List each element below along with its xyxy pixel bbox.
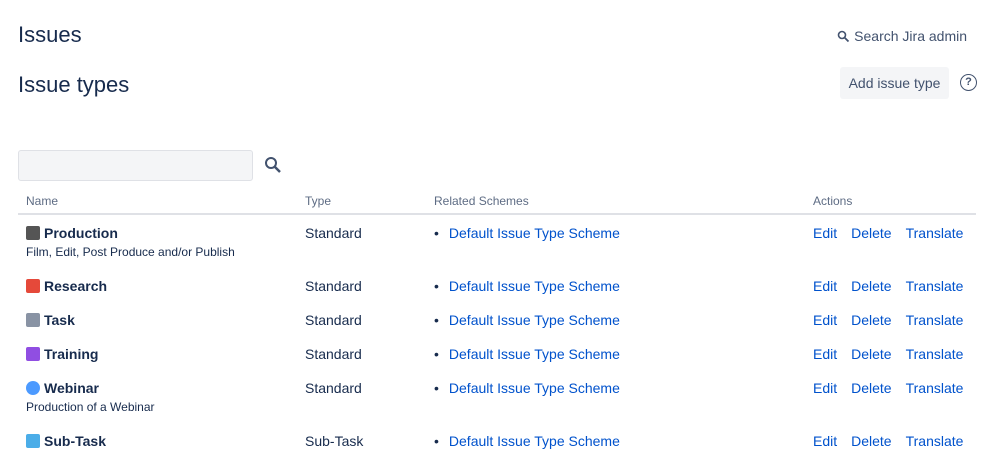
translate-link[interactable]: Translate xyxy=(906,433,964,449)
search-button-icon[interactable] xyxy=(264,156,282,174)
table-header: Name Type Related Schemes Actions xyxy=(18,193,976,215)
issue-type-type: Sub-Task xyxy=(305,433,364,449)
related-scheme: Default Issue Type Scheme xyxy=(434,312,620,328)
issue-type-name: Training xyxy=(26,346,98,362)
issue-type-name: Webinar xyxy=(26,380,99,396)
issue-type-type: Standard xyxy=(305,346,362,362)
translate-link[interactable]: Translate xyxy=(906,278,964,294)
scheme-link[interactable]: Default Issue Type Scheme xyxy=(449,380,620,396)
issue-type-name: Task xyxy=(26,312,75,328)
scheme-link[interactable]: Default Issue Type Scheme xyxy=(449,433,620,449)
row-actions: Edit Delete Translate xyxy=(813,312,963,328)
row-actions: Edit Delete Translate xyxy=(813,380,963,396)
search-icon xyxy=(837,30,850,42)
issue-type-description: Film, Edit, Post Produce and/or Publish xyxy=(26,245,235,259)
task-icon xyxy=(26,313,40,327)
issue-type-label: Task xyxy=(44,312,75,328)
related-scheme: Default Issue Type Scheme xyxy=(434,225,620,241)
edit-link[interactable]: Edit xyxy=(813,346,837,362)
issue-type-type: Standard xyxy=(305,278,362,294)
clapperboard-icon xyxy=(26,226,40,240)
delete-link[interactable]: Delete xyxy=(851,433,891,449)
translate-link[interactable]: Translate xyxy=(906,380,964,396)
add-issue-type-button[interactable]: Add issue type xyxy=(840,67,949,99)
issue-type-type: Standard xyxy=(305,380,362,396)
row-actions: Edit Delete Translate xyxy=(813,278,963,294)
research-icon xyxy=(26,279,40,293)
delete-link[interactable]: Delete xyxy=(851,346,891,362)
training-icon xyxy=(26,347,40,361)
col-schemes: Related Schemes xyxy=(434,194,529,208)
row-actions: Edit Delete Translate xyxy=(813,225,963,241)
col-type: Type xyxy=(305,194,332,208)
issue-type-label: Sub-Task xyxy=(44,433,106,449)
edit-link[interactable]: Edit xyxy=(813,433,837,449)
row-actions: Edit Delete Translate xyxy=(813,346,963,362)
scheme-link[interactable]: Default Issue Type Scheme xyxy=(449,225,620,241)
related-scheme: Default Issue Type Scheme xyxy=(434,278,620,294)
related-scheme: Default Issue Type Scheme xyxy=(434,346,620,362)
filter-input[interactable] xyxy=(18,150,253,181)
edit-link[interactable]: Edit xyxy=(813,225,837,241)
subtask-icon xyxy=(26,434,40,448)
scheme-link[interactable]: Default Issue Type Scheme xyxy=(449,278,620,294)
delete-link[interactable]: Delete xyxy=(851,278,891,294)
page-title: Issues xyxy=(18,22,82,47)
issue-type-type: Standard xyxy=(305,225,362,241)
scheme-link[interactable]: Default Issue Type Scheme xyxy=(449,346,620,362)
delete-link[interactable]: Delete xyxy=(851,380,891,396)
scheme-link[interactable]: Default Issue Type Scheme xyxy=(449,312,620,328)
issue-type-type: Standard xyxy=(305,312,362,328)
delete-link[interactable]: Delete xyxy=(851,312,891,328)
delete-link[interactable]: Delete xyxy=(851,225,891,241)
translate-link[interactable]: Translate xyxy=(906,346,964,362)
col-actions: Actions xyxy=(813,194,853,208)
issue-type-label: Research xyxy=(44,278,108,294)
cloud-icon xyxy=(26,381,40,395)
issue-type-name: Sub-Task xyxy=(26,433,106,449)
issue-type-description: Production of a Webinar xyxy=(26,400,155,414)
col-name: Name xyxy=(26,194,59,208)
help-icon[interactable]: ? xyxy=(960,74,977,91)
edit-link[interactable]: Edit xyxy=(813,278,837,294)
issue-type-name: Production xyxy=(26,225,118,241)
search-admin-label: Search Jira admin xyxy=(854,28,967,44)
translate-link[interactable]: Translate xyxy=(906,225,964,241)
related-scheme: Default Issue Type Scheme xyxy=(434,380,620,396)
edit-link[interactable]: Edit xyxy=(813,380,837,396)
related-scheme: Default Issue Type Scheme xyxy=(434,433,620,449)
section-title: Issue types xyxy=(18,72,130,97)
translate-link[interactable]: Translate xyxy=(906,312,964,328)
issue-type-label: Webinar xyxy=(44,380,99,396)
row-actions: Edit Delete Translate xyxy=(813,433,963,449)
issue-type-label: Training xyxy=(44,346,99,362)
issue-type-label: Production xyxy=(44,225,118,241)
edit-link[interactable]: Edit xyxy=(813,312,837,328)
search-jira-admin-link[interactable]: Search Jira admin xyxy=(837,28,967,44)
issue-type-name: Research xyxy=(26,278,107,294)
